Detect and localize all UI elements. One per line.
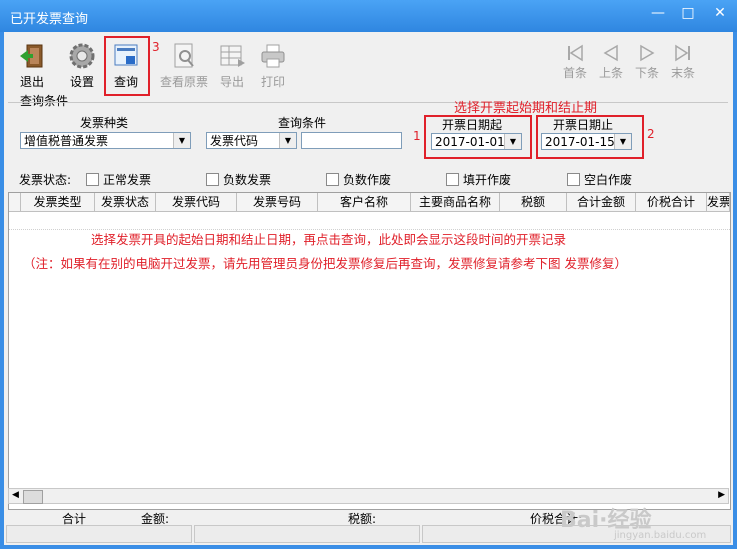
- status-filter-row: 发票状态: 正常发票 负数发票 负数作废 填开作废 空白作废: [4, 167, 733, 189]
- gear-icon: [68, 42, 96, 70]
- annotation-number-2: 2: [647, 127, 655, 141]
- first-record-icon: [568, 44, 583, 62]
- condition-field-value: 发票代码: [210, 134, 259, 148]
- export-label: 导出: [219, 75, 244, 89]
- column-header[interactable]: 税额: [500, 193, 567, 211]
- scroll-left-icon[interactable]: ◀: [12, 490, 19, 500]
- date-range-hint: 选择开票起始期和结止期: [454, 101, 598, 116]
- grid-header: 发票类型 发票状态 发票代码 发票号码 客户名称 主要商品名称 税额 合计金额 …: [9, 193, 730, 212]
- client-area: 退出 设置 查询 查看原票 导出 打印 首条 上条 下条 末条 3 查询条件 选…: [4, 32, 733, 545]
- status-checkbox-issued-void[interactable]: [446, 173, 459, 186]
- start-date-value: 2017-01-01: [435, 135, 505, 149]
- status-filter-label: 发票状态:: [19, 173, 72, 187]
- status-cell: [194, 525, 420, 543]
- status-checkbox-normal[interactable]: [86, 173, 99, 186]
- view-original-label: 查看原票: [159, 75, 208, 89]
- export-button[interactable]: 导出: [214, 38, 250, 92]
- column-header[interactable]: 发票号码: [237, 193, 318, 211]
- status-option-normal: 正常发票: [103, 173, 152, 187]
- chevron-down-icon[interactable]: ▼: [173, 133, 190, 148]
- window-title: 已开发票查询: [10, 12, 89, 27]
- query-highlight-box: [104, 36, 150, 96]
- print-button[interactable]: 打印: [255, 38, 291, 92]
- settings-button[interactable]: 设置: [62, 38, 102, 92]
- status-option-negative-void: 负数作废: [343, 173, 392, 187]
- exit-button[interactable]: 退出: [12, 38, 52, 92]
- next-record-icon: [640, 44, 655, 62]
- group-divider: [8, 102, 728, 103]
- grid-corner: [9, 193, 21, 211]
- status-option-issued-void: 填开作废: [463, 173, 512, 187]
- column-header[interactable]: 价税合计: [636, 193, 707, 211]
- status-cell: [6, 525, 192, 543]
- next-record-label: 下条: [634, 66, 659, 80]
- column-header[interactable]: 发票作: [707, 193, 730, 211]
- invoice-type-label: 发票种类: [80, 116, 129, 130]
- close-button[interactable]: ✕: [705, 0, 735, 28]
- column-header[interactable]: 发票代码: [156, 193, 237, 211]
- status-checkbox-negative-void[interactable]: [326, 173, 339, 186]
- export-table-icon: [218, 42, 246, 70]
- status-option-negative: 负数发票: [223, 173, 272, 187]
- first-record-label: 首条: [562, 66, 587, 80]
- prev-record-icon: [603, 44, 618, 62]
- status-checkbox-negative[interactable]: [206, 173, 219, 186]
- status-option-blank-void: 空白作废: [584, 173, 633, 187]
- end-date-label: 开票日期止: [553, 118, 614, 132]
- chevron-down-icon[interactable]: ▼: [279, 133, 296, 148]
- first-record-button[interactable]: 首条: [557, 44, 593, 81]
- condition-label: 查询条件: [278, 116, 327, 130]
- minimize-button[interactable]: —: [643, 0, 673, 28]
- view-original-button[interactable]: 查看原票: [158, 38, 210, 92]
- condition-field-select[interactable]: 发票代码 ▼: [206, 132, 297, 149]
- title-bar: 已开发票查询 — □ ✕: [0, 0, 737, 32]
- invoice-type-value: 增值税普通发票: [24, 134, 109, 148]
- invoice-grid[interactable]: 发票类型 发票状态 发票代码 发票号码 客户名称 主要商品名称 税额 合计金额 …: [8, 192, 731, 510]
- column-header[interactable]: 主要商品名称: [411, 193, 500, 211]
- view-document-icon: [170, 42, 198, 70]
- exit-label: 退出: [19, 75, 44, 89]
- maximize-button[interactable]: □: [673, 0, 703, 28]
- prev-record-label: 上条: [598, 66, 623, 80]
- condition-text-input[interactable]: [301, 132, 402, 149]
- printer-icon: [259, 42, 287, 70]
- column-header[interactable]: 客户名称: [318, 193, 411, 211]
- invoice-type-select[interactable]: 增值税普通发票 ▼: [20, 132, 191, 149]
- scroll-thumb[interactable]: [23, 490, 43, 504]
- annotation-number-3: 3: [152, 40, 160, 54]
- chevron-down-icon[interactable]: ▼: [614, 134, 631, 149]
- baidu-watermark-url: jingyan.baidu.com: [614, 530, 707, 541]
- next-record-button[interactable]: 下条: [629, 44, 665, 81]
- grid-hint-line2: （注：如果有在别的电脑开过发票，请先用管理员身份把发票修复后再查询，发票修复请参…: [23, 256, 627, 271]
- column-header[interactable]: 合计金额: [567, 193, 636, 211]
- last-record-button[interactable]: 末条: [665, 44, 701, 81]
- start-date-label: 开票日期起: [442, 118, 503, 132]
- print-label: 打印: [260, 75, 285, 89]
- end-date-value: 2017-01-15: [545, 135, 615, 149]
- last-record-icon: [675, 44, 690, 62]
- settings-label: 设置: [69, 75, 94, 89]
- column-header[interactable]: 发票状态: [95, 193, 156, 211]
- annotation-number-1: 1: [413, 129, 421, 143]
- grid-hint-line1: 选择发票开具的起始日期和结止日期，再点击查询，此处即会显示这段时间的开票记录: [91, 232, 567, 247]
- prev-record-button[interactable]: 上条: [593, 44, 629, 81]
- last-record-label: 末条: [670, 66, 695, 80]
- end-date-picker[interactable]: 2017-01-15 ▼: [541, 133, 632, 150]
- start-date-picker[interactable]: 2017-01-01 ▼: [431, 133, 522, 150]
- column-header[interactable]: 发票类型: [21, 193, 95, 211]
- status-checkbox-blank-void[interactable]: [567, 173, 580, 186]
- query-group-label: 查询条件: [20, 94, 69, 108]
- chevron-down-icon[interactable]: ▼: [504, 134, 521, 149]
- exit-door-icon: [18, 42, 46, 70]
- scroll-right-icon[interactable]: ▶: [718, 490, 725, 500]
- table-row[interactable]: [9, 212, 730, 230]
